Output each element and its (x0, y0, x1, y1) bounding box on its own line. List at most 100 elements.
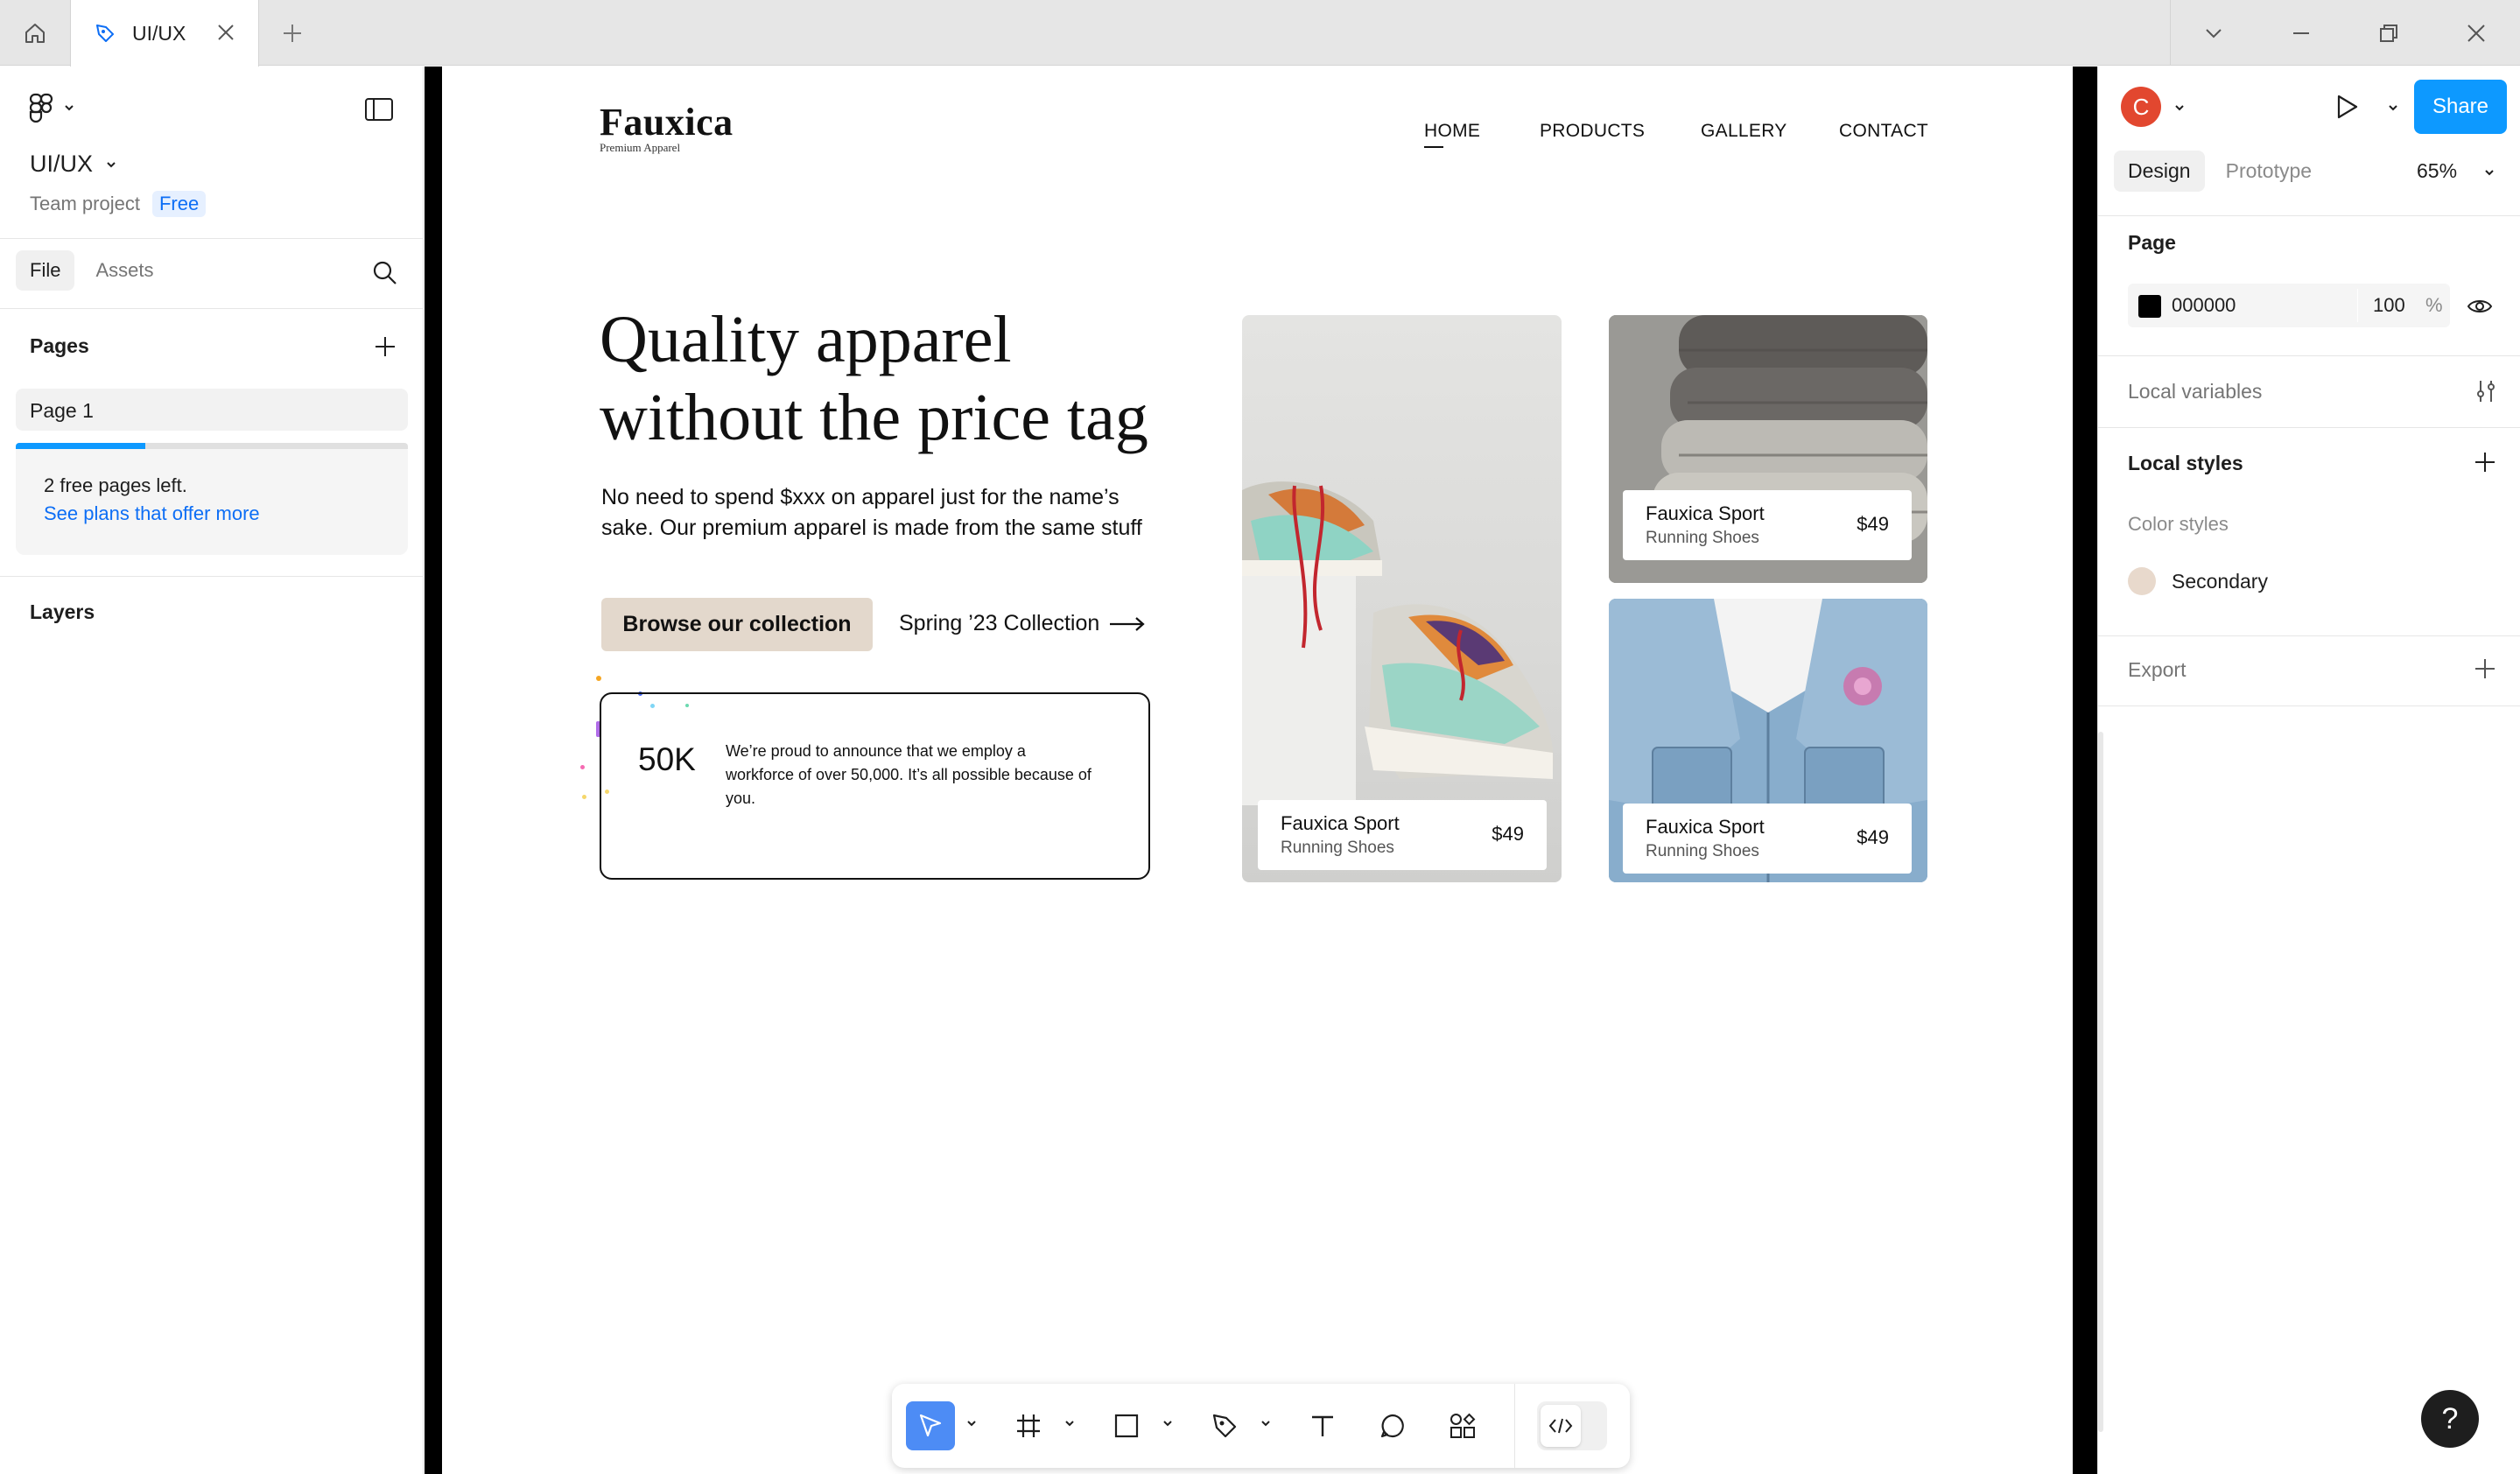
design-canvas[interactable]: Fauxica Premium Apparel HOME PRODUCTS GA… (425, 67, 2097, 1474)
present-play-icon[interactable] (2333, 93, 2361, 121)
comment-tool-button[interactable] (1368, 1401, 1417, 1450)
sneaker-image (1242, 481, 1554, 805)
actions-button[interactable] (1438, 1401, 1487, 1450)
team-info: Team project Free (30, 191, 207, 217)
tab-file[interactable]: File (16, 250, 75, 291)
left-panel-tabs: File Assets (16, 250, 167, 291)
restore-button[interactable] (2373, 18, 2404, 49)
text-tool-icon (1312, 1415, 1333, 1436)
rectangle-tool-button[interactable] (1102, 1401, 1151, 1450)
chevron-down-icon[interactable] (2387, 102, 2399, 114)
export-heading[interactable]: Export (2128, 658, 2186, 682)
dev-mode-icon (1548, 1418, 1573, 1434)
minimize-icon (2293, 32, 2309, 34)
landing-page-frame[interactable]: Fauxica Premium Apparel HOME PRODUCTS GA… (442, 67, 2073, 1474)
stat-card[interactable]: 50K We’re proud to announce that we empl… (600, 692, 1150, 880)
color-style-secondary[interactable]: Secondary (2128, 567, 2268, 595)
chevron-down-icon[interactable] (1162, 1417, 1174, 1429)
divider (2098, 215, 2520, 216)
browse-collection-label: Browse our collection (622, 612, 852, 636)
figma-file-icon (96, 25, 114, 42)
close-icon[interactable] (214, 21, 237, 44)
product-card[interactable]: Fauxica Sport Running Shoes $49 (1623, 490, 1912, 560)
home-button[interactable] (0, 0, 70, 66)
canvas-scrollbar[interactable] (2098, 732, 2103, 1432)
page-fill-hex[interactable]: 000000 (2172, 294, 2236, 317)
chevron-down-icon[interactable] (965, 1417, 978, 1429)
add-style-icon[interactable] (2473, 450, 2497, 474)
product-subtitle: Running Shoes (1281, 839, 1394, 857)
nav-gallery[interactable]: GALLERY (1701, 121, 1787, 142)
page-fill-field[interactable]: 000000 100 % (2128, 284, 2450, 327)
see-plans-link[interactable]: See plans that offer more (44, 502, 260, 525)
dev-mode-toggle[interactable] (1537, 1401, 1607, 1450)
share-button[interactable]: Share (2414, 80, 2507, 134)
minimize-button[interactable] (2285, 18, 2317, 49)
eye-icon[interactable] (2466, 292, 2494, 320)
page-section-heading: Page (2128, 231, 2176, 254)
figma-logo-icon (29, 93, 53, 123)
frame-tool-button[interactable] (1004, 1401, 1053, 1450)
browse-collection-button[interactable]: Browse our collection (601, 598, 873, 651)
chevron-down-icon[interactable] (2173, 102, 2186, 114)
spring-collection-link[interactable]: Spring ’23 Collection (899, 611, 1147, 636)
main-menu-button[interactable] (28, 93, 75, 123)
left-panel: UI/UX Team project Free File Assets Page… (0, 67, 424, 1474)
search-icon[interactable] (371, 259, 399, 287)
avatar-initial: C (2132, 93, 2150, 120)
plan-badge[interactable]: Free (151, 191, 207, 217)
add-page-icon[interactable] (373, 334, 397, 359)
product-card[interactable]: Fauxica Sport Running Shoes $49 (1258, 800, 1547, 870)
divider (0, 238, 424, 239)
add-export-icon[interactable] (2473, 656, 2497, 681)
pen-tool-button[interactable] (1200, 1401, 1249, 1450)
tabs-dropdown-button[interactable] (2198, 18, 2229, 49)
project-name-button[interactable]: UI/UX (30, 151, 117, 178)
nav-contact[interactable]: CONTACT (1839, 121, 1928, 142)
chevron-down-icon[interactable] (1260, 1417, 1272, 1429)
brand-logo[interactable]: Fauxica Premium Apparel (600, 100, 734, 155)
move-tool-button[interactable] (906, 1401, 955, 1450)
divider (0, 308, 424, 309)
product-card[interactable]: Fauxica Sport Running Shoes $49 (1623, 804, 1912, 874)
help-button[interactable]: ? (2421, 1390, 2479, 1448)
nav-products[interactable]: PRODUCTS (1540, 121, 1645, 142)
nav-home[interactable]: HOME (1424, 121, 1480, 142)
zoom-level[interactable]: 65% (2417, 159, 2457, 183)
new-tab-button[interactable] (277, 18, 308, 49)
product-name: Fauxica Sport (1646, 816, 1765, 838)
product-price: $49 (1492, 823, 1524, 845)
style-swatch (2128, 567, 2156, 595)
confetti-dot (580, 765, 585, 769)
chevron-down-icon (2206, 29, 2222, 39)
sneaker-photo[interactable] (1242, 315, 1562, 882)
toolbar-divider (1514, 1384, 1515, 1468)
restore-icon (2380, 25, 2397, 42)
layers-heading: Layers (30, 600, 95, 623)
sidebar-toggle-icon[interactable] (364, 96, 394, 123)
variables-settings-icon[interactable] (2473, 378, 2499, 404)
home-icon (25, 23, 45, 43)
close-window-button[interactable] (2460, 18, 2492, 49)
page-item-page-1[interactable]: Page 1 (16, 389, 408, 431)
titlebar-divider (2170, 0, 2171, 66)
nav-active-indicator (1424, 146, 1443, 148)
product-price: $49 (1857, 513, 1889, 535)
hero-heading[interactable]: Quality apparel without the price tag (600, 301, 1195, 457)
tab-uiux[interactable]: UI/UX (70, 0, 259, 67)
page-fill-swatch[interactable] (2138, 295, 2161, 318)
tab-design[interactable]: Design (2114, 151, 2205, 192)
text-tool-button[interactable] (1298, 1401, 1347, 1450)
figma-app: UI/UX UI/UX Team project Free File Asset… (0, 0, 2520, 1474)
tab-assets[interactable]: Assets (81, 250, 167, 291)
divider (2098, 427, 2520, 428)
avatar[interactable]: C (2121, 87, 2161, 127)
chevron-down-icon[interactable] (1063, 1417, 1076, 1429)
hero-description[interactable]: No need to spend $xxx on apparel just fo… (601, 482, 1162, 544)
local-variables-heading[interactable]: Local variables (2128, 380, 2262, 404)
tab-label: UI/UX (132, 21, 186, 45)
page-fill-opacity[interactable]: 100 (2373, 294, 2405, 317)
tab-prototype[interactable]: Prototype (2212, 151, 2326, 192)
dev-mode-knob (1541, 1405, 1581, 1447)
chevron-down-icon[interactable] (2483, 166, 2495, 179)
